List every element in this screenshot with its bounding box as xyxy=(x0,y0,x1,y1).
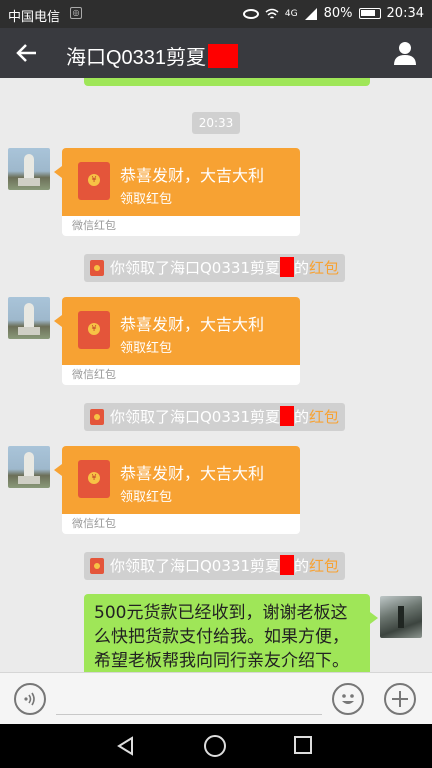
contact-avatar[interactable] xyxy=(8,297,50,339)
red-packet-greeting: 恭喜发财，大吉大利 xyxy=(120,166,265,185)
red-packet-icon: ¥ xyxy=(78,162,110,200)
red-packet-card[interactable]: ¥ 恭喜发财，大吉大利 领取红包 微信红包 xyxy=(62,297,300,385)
red-packet-claim: 领取红包 xyxy=(120,341,173,356)
system-message: 你领取了海口Q0331剪夏 的红包 xyxy=(84,552,346,580)
red-packet-icon xyxy=(90,558,104,574)
input-bar xyxy=(0,672,432,724)
bubble-tail xyxy=(54,464,62,476)
chat-title: 海口Q0331剪夏 xyxy=(66,41,239,70)
red-packet-footer: 微信红包 xyxy=(62,216,300,236)
chat-header: 海口Q0331剪夏 xyxy=(0,28,432,78)
bubble-tail xyxy=(54,166,62,178)
bubble-tail xyxy=(370,612,378,624)
network-type-label: 4G xyxy=(284,8,298,19)
red-packet-claim: 领取红包 xyxy=(120,192,173,207)
red-packet-footer: 微信红包 xyxy=(62,365,300,385)
system-nav-bar xyxy=(0,724,432,768)
previous-message-bubble[interactable] xyxy=(84,78,370,86)
voice-icon[interactable] xyxy=(14,683,46,715)
red-packet-link[interactable]: 红包 xyxy=(309,557,339,575)
red-packet-link[interactable]: 红包 xyxy=(309,408,339,426)
wifi-icon xyxy=(265,8,279,19)
red-packet-link[interactable]: 红包 xyxy=(309,259,339,277)
system-message: 你领取了海口Q0331剪夏 的红包 xyxy=(84,403,346,431)
status-bar: 中国电信 ◎ 4G 80% 20:34 xyxy=(0,0,432,28)
signal-icon xyxy=(304,7,317,20)
redaction-box xyxy=(279,257,294,277)
battery-icon xyxy=(358,8,381,19)
plus-icon[interactable] xyxy=(384,683,416,715)
red-packet-icon xyxy=(90,260,104,276)
chat-area[interactable]: 20:33 ¥ 恭喜发财，大吉大利 领取红包 微信红包 你领取了海口Q0331剪… xyxy=(0,78,432,672)
contact-avatar[interactable] xyxy=(8,148,50,190)
carrier-label: 中国电信 xyxy=(8,10,61,25)
system-message: 你领取了海口Q0331剪夏 的红包 xyxy=(84,254,346,282)
red-packet-claim: 领取红包 xyxy=(120,490,173,505)
red-packet-card[interactable]: ¥ 恭喜发财，大吉大利 领取红包 微信红包 xyxy=(62,148,300,236)
nav-recent-apps-icon[interactable] xyxy=(294,736,312,754)
system-message-text: 你领取了海口Q0331剪夏 xyxy=(110,557,280,575)
system-message-connector: 的 xyxy=(293,408,309,426)
system-message-text: 你领取了海口Q0331剪夏 xyxy=(110,259,280,277)
nav-back-icon[interactable] xyxy=(116,736,136,756)
system-message-connector: 的 xyxy=(293,557,309,575)
chat-title-text: 海口Q0331剪夏 xyxy=(66,47,207,69)
nav-home-icon[interactable] xyxy=(204,735,226,757)
sim-icon: ◎ xyxy=(70,7,82,19)
eye-comfort-icon xyxy=(242,8,259,19)
red-packet-icon: ¥ xyxy=(78,311,110,349)
message-input[interactable] xyxy=(56,685,322,715)
redaction-box xyxy=(208,43,239,68)
back-arrow-icon[interactable] xyxy=(14,40,40,66)
redaction-box xyxy=(279,406,294,426)
bubble-tail xyxy=(54,315,62,327)
self-avatar[interactable] xyxy=(380,596,422,638)
contact-avatar[interactable] xyxy=(8,446,50,488)
system-message-text: 你领取了海口Q0331剪夏 xyxy=(110,408,280,426)
emoji-icon[interactable] xyxy=(332,683,364,715)
clock: 20:34 xyxy=(386,6,424,21)
redaction-box xyxy=(279,555,294,575)
user-icon[interactable] xyxy=(392,40,418,66)
outgoing-message-bubble[interactable]: 500元货款已经收到，谢谢老板这么快把货款支付给我。如果方便，希望老板帮我向同行… xyxy=(84,594,370,672)
red-packet-greeting: 恭喜发财，大吉大利 xyxy=(120,315,265,334)
system-message-connector: 的 xyxy=(293,259,309,277)
red-packet-card[interactable]: ¥ 恭喜发财，大吉大利 领取红包 微信红包 xyxy=(62,446,300,534)
red-packet-icon: ¥ xyxy=(78,460,110,498)
battery-percent: 80% xyxy=(323,6,353,21)
red-packet-greeting: 恭喜发财，大吉大利 xyxy=(120,464,265,483)
red-packet-footer: 微信红包 xyxy=(62,514,300,534)
red-packet-icon xyxy=(90,409,104,425)
timestamp: 20:33 xyxy=(192,112,240,134)
